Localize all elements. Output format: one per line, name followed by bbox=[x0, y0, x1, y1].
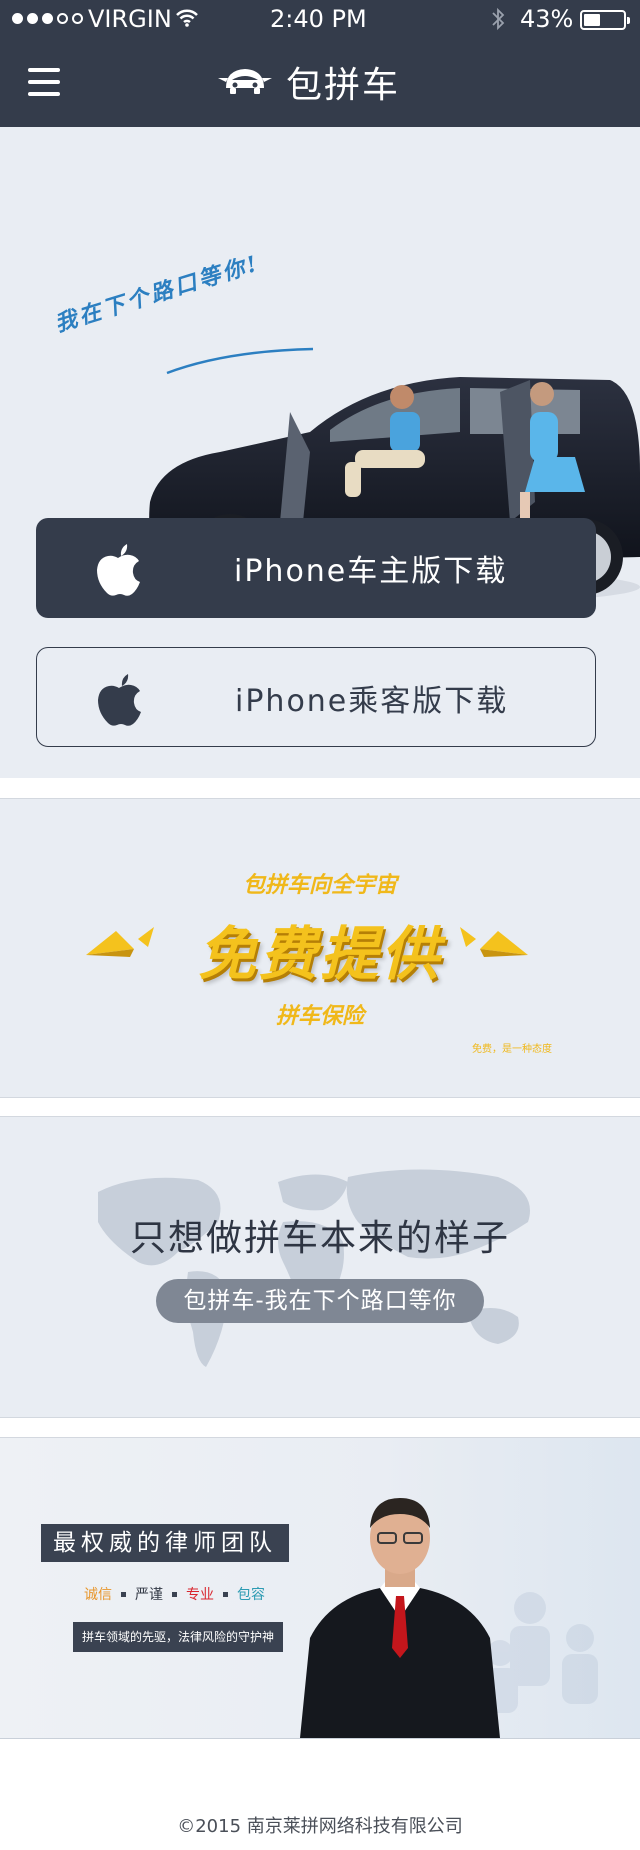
lawyer-photo bbox=[300, 1498, 598, 1738]
carrier-name: VIRGIN bbox=[88, 5, 172, 33]
apple-icon bbox=[97, 544, 140, 596]
tag-separator bbox=[223, 1591, 228, 1597]
menu-icon[interactable] bbox=[28, 68, 60, 96]
tag-professional: 专业 bbox=[186, 1587, 214, 1603]
tag-rigor: 严谨 bbox=[135, 1587, 163, 1603]
world-map-banner[interactable]: 只想做拼车本来的样子 包拼车-我在下个路口等你 bbox=[0, 1116, 640, 1418]
world-map-graphic bbox=[98, 1169, 530, 1367]
tag-tolerance: 包容 bbox=[237, 1587, 265, 1603]
apple-icon bbox=[98, 674, 141, 726]
map-banner-title: 只想做拼车本来的样子 bbox=[129, 1218, 510, 1259]
bluetooth-icon bbox=[492, 7, 505, 31]
battery-percentage: 43% bbox=[520, 5, 574, 33]
download-owner-label: iPhone车主版下载 bbox=[234, 554, 508, 589]
car-logo-icon bbox=[218, 69, 272, 94]
free-main-text: 免费提供 bbox=[197, 920, 442, 988]
battery-icon bbox=[580, 10, 630, 30]
lawyer-banner-title: 最权威的律师团队 bbox=[41, 1524, 289, 1562]
map-banner-tagline: 包拼车-我在下个路口等你 bbox=[156, 1279, 484, 1323]
wifi-icon bbox=[176, 9, 198, 27]
hero-slogan: 我在下个路口等你! bbox=[51, 250, 263, 338]
signal-strength-icon bbox=[12, 13, 83, 24]
app-title: 包拼车 bbox=[286, 65, 401, 106]
tag-integrity: 诚信 bbox=[84, 1587, 112, 1603]
free-insurance-banner[interactable]: 包拼车向全宇宙 免费提供 拼车保险 免费，是一种态度 bbox=[0, 798, 640, 1098]
lawyer-tags: 诚信 严谨 专业 包容 bbox=[84, 1584, 265, 1604]
free-sub-text: 拼车保险 bbox=[275, 1004, 364, 1029]
lawyer-banner-description: 拼车领域的先驱，法律风险的守护神 bbox=[73, 1622, 284, 1652]
status-bar: VIRGIN 2:40 PM 43% bbox=[0, 0, 640, 40]
download-passenger-button[interactable]: iPhone乘客版下载 bbox=[36, 647, 596, 747]
free-note-text: 免费，是一种态度 bbox=[472, 1044, 552, 1055]
download-passenger-label: iPhone乘客版下载 bbox=[235, 684, 509, 719]
status-time: 2:40 PM bbox=[270, 5, 367, 33]
footer-copyright: ©2015 南京莱拼网络科技有限公司 bbox=[177, 1816, 463, 1837]
navigation-bar: 包拼车 bbox=[0, 40, 640, 127]
tag-separator bbox=[121, 1591, 126, 1597]
tag-separator bbox=[172, 1591, 177, 1597]
hero-section: 我在下个路口等你! iPhone车主版下载 iPhone乘客版下载 bbox=[0, 127, 640, 778]
free-top-text: 包拼车向全宇宙 bbox=[242, 873, 397, 898]
lawyer-team-banner[interactable]: 最权威的律师团队 诚信 严谨 专业 包容 拼车领域的先驱，法律风险的守护神 bbox=[0, 1437, 640, 1739]
download-owner-button[interactable]: iPhone车主版下载 bbox=[36, 518, 596, 618]
